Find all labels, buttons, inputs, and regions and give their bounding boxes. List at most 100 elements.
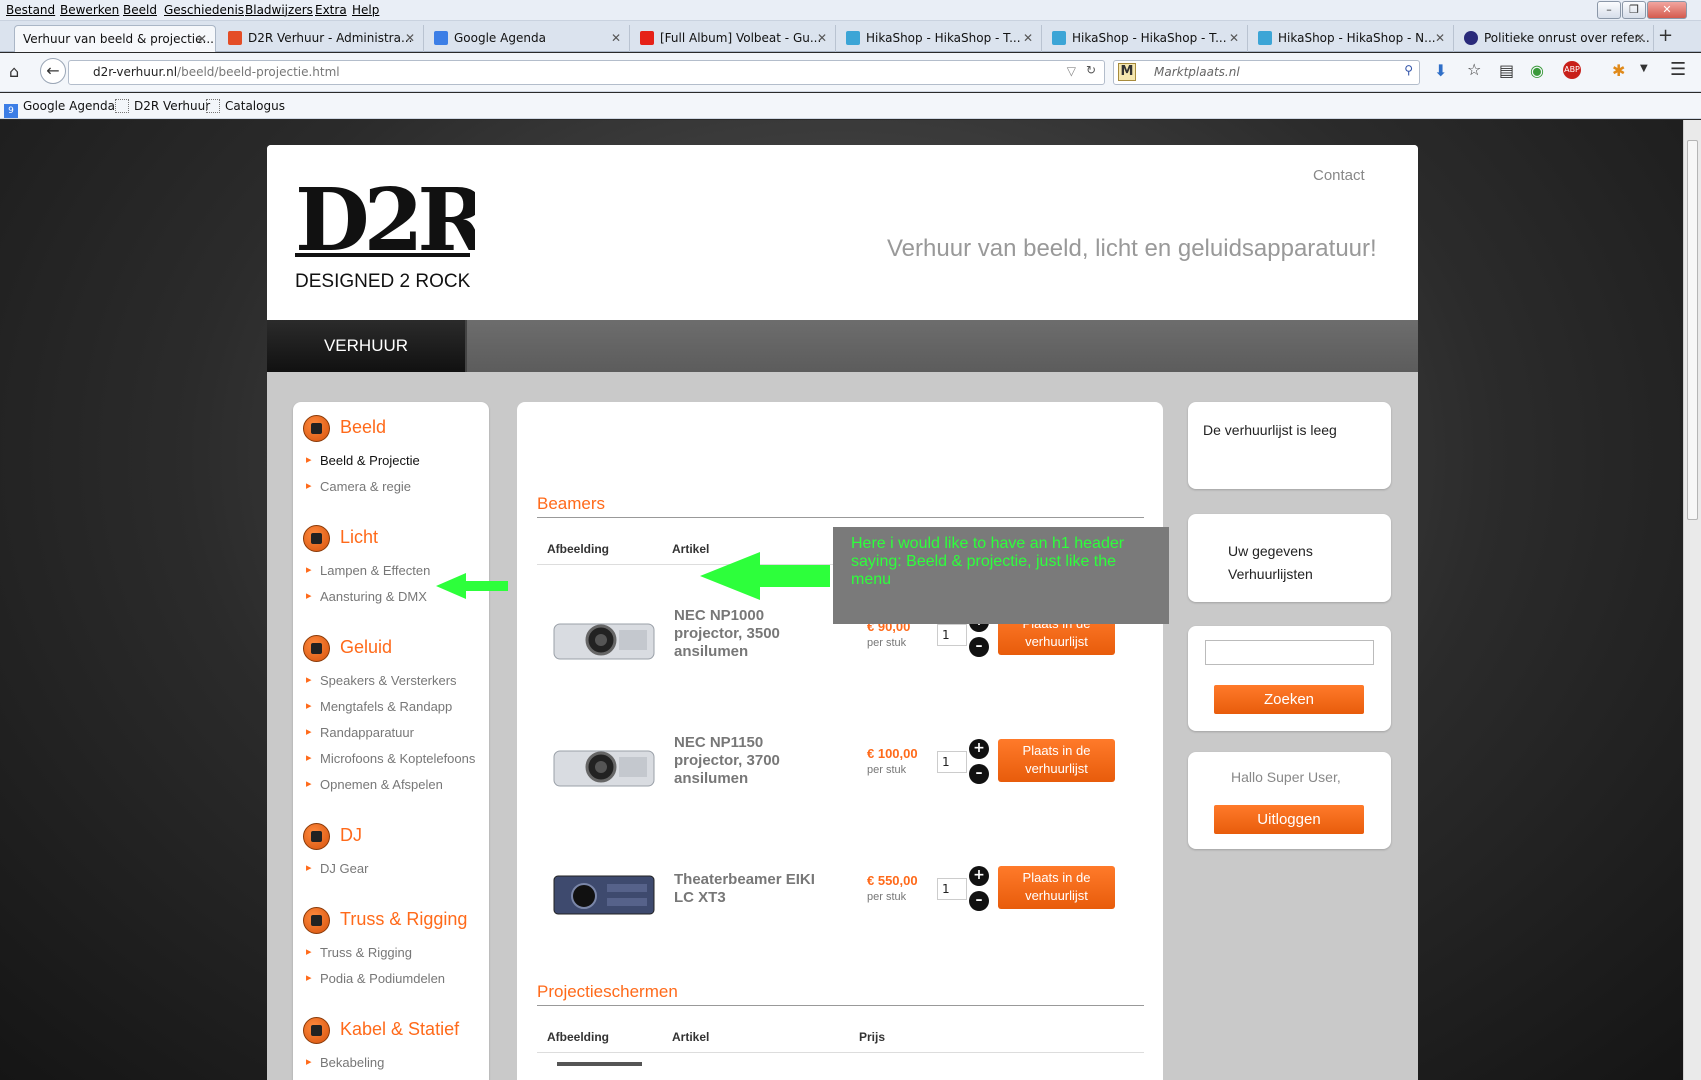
annotation-note: Here i would like to have an h1 header s…	[833, 527, 1169, 624]
google-calendar-icon	[434, 31, 448, 45]
chevron-down-icon[interactable]: ▼	[1640, 63, 1648, 74]
back-icon[interactable]: ←	[40, 58, 66, 84]
product-name[interactable]: NEC NP1000 projector, 3500 ansilumen	[674, 607, 834, 661]
tab-hikashop-1[interactable]: HikaShop - HikaShop - T... ✕	[838, 25, 1042, 52]
minus-icon[interactable]: –	[969, 891, 989, 911]
sidebar-item-speakers[interactable]: Speakers & Versterkers	[306, 673, 457, 688]
new-tab-icon[interactable]: +	[1658, 25, 1673, 46]
close-icon[interactable]: ✕	[1229, 31, 1239, 45]
menubar: Bestand Bewerken Beeld Geschiedenis Blad…	[0, 0, 1701, 21]
category-title[interactable]: Beeld	[340, 417, 386, 438]
home-icon[interactable]: ⌂	[9, 62, 19, 81]
hamburger-menu-icon[interactable]: ☰	[1670, 59, 1686, 80]
tab-hikashop-2[interactable]: HikaShop - HikaShop - T... ✕	[1044, 25, 1248, 52]
close-icon[interactable]: ✕	[817, 31, 827, 45]
bookmark-catalogus[interactable]: Catalogus	[206, 99, 285, 113]
sidebar-item-camera-regie[interactable]: Camera & regie	[306, 479, 411, 494]
column-header: Prijs	[859, 1030, 886, 1044]
bookmark-d2r-verhuur[interactable]: D2R Verhuur	[115, 99, 210, 113]
site-tagline: Verhuur van beeld, licht en geluidsappar…	[887, 235, 1377, 262]
download-icon[interactable]: ⬇	[1434, 61, 1447, 80]
category-menu: Beeld Beeld & Projectie Camera & regie L…	[293, 402, 489, 1080]
tab-nos[interactable]: Politieke onrust over refer... ✕	[1456, 25, 1654, 52]
scrollbar-thumb[interactable]	[1687, 140, 1698, 520]
menu-bewerken[interactable]: Bewerken	[60, 3, 119, 17]
tab-d2r-admin[interactable]: D2R Verhuur - Administra... ✕	[220, 25, 424, 52]
tab-d2r-current[interactable]: Verhuur van beeld & projectie... ✕	[14, 25, 216, 52]
rental-lists-link[interactable]: Verhuurlijsten	[1228, 566, 1313, 582]
quantity-input[interactable]: 1	[937, 624, 967, 646]
content-area: Beeld Beeld & Projectie Camera & regie L…	[267, 372, 1418, 1080]
adblock-icon[interactable]: ABP	[1563, 61, 1581, 79]
category-title[interactable]: Licht	[340, 527, 378, 548]
bookmark-label: Catalogus	[225, 99, 285, 113]
nav-bar: ⌂ ← d2r-verhuur.nl/beeld/beeld-projectie…	[0, 53, 1701, 92]
menu-help[interactable]: Help	[352, 3, 379, 17]
site-search-input[interactable]	[1205, 640, 1374, 665]
minimize-button[interactable]: –	[1597, 1, 1621, 19]
close-window-button[interactable]: ✕	[1647, 1, 1687, 19]
search-box: Zoeken	[1188, 626, 1391, 731]
plus-icon[interactable]: +	[969, 739, 989, 759]
close-icon[interactable]: ✕	[197, 32, 207, 46]
search-button[interactable]: Zoeken	[1214, 685, 1364, 714]
vertical-scrollbar[interactable]	[1683, 120, 1701, 1080]
add-to-list-button[interactable]: Plaats in de verhuurlijst	[998, 739, 1115, 782]
column-header: Artikel	[672, 1030, 710, 1044]
d2r-logo[interactable]: D2R DESIGNED 2 ROCK	[295, 165, 495, 292]
reload-icon[interactable]: ↻	[1086, 63, 1096, 77]
nav-verhuur[interactable]: VERHUUR	[267, 320, 467, 372]
dropdown-icon[interactable]: ▽	[1067, 64, 1076, 78]
category-title[interactable]: DJ	[340, 825, 362, 846]
menu-geschiedenis[interactable]: Geschiedenis	[164, 3, 244, 17]
tab-hikashop-3[interactable]: HikaShop - HikaShop - N... ✕	[1250, 25, 1454, 52]
youtube-icon	[640, 31, 654, 45]
restore-button[interactable]: ❐	[1622, 1, 1646, 19]
category-title[interactable]: Geluid	[340, 637, 392, 658]
sidebar-item-randapparatuur[interactable]: Randapparatuur	[306, 725, 414, 740]
extension-icon[interactable]: ✱	[1612, 61, 1625, 80]
sidebar-item-opnemen[interactable]: Opnemen & Afspelen	[306, 777, 443, 792]
quantity-input[interactable]: 1	[937, 751, 967, 773]
account-details-link[interactable]: Uw gegevens	[1228, 543, 1313, 559]
menu-beeld[interactable]: Beeld	[123, 3, 157, 17]
sidebar-item-lampen-effecten[interactable]: Lampen & Effecten	[306, 563, 430, 578]
sidebar-item-truss-rigging[interactable]: Truss & Rigging	[306, 945, 412, 960]
logout-button[interactable]: Uitloggen	[1214, 805, 1364, 834]
category-title[interactable]: Truss & Rigging	[340, 909, 467, 930]
minus-icon[interactable]: –	[969, 764, 989, 784]
contact-link[interactable]: Contact	[1313, 167, 1365, 184]
menu-extra[interactable]: Extra	[315, 3, 347, 17]
sidebar-item-microfoons[interactable]: Microfoons & Koptelefoons	[306, 751, 475, 766]
addon-icon[interactable]: ◉	[1530, 61, 1544, 80]
close-icon[interactable]: ✕	[405, 31, 415, 45]
reading-list-icon[interactable]: ▤	[1499, 61, 1514, 80]
menu-bladwijzers[interactable]: Bladwijzers	[245, 3, 313, 17]
sidebar-item-podia[interactable]: Podia & Podiumdelen	[306, 971, 445, 986]
product-name[interactable]: Theaterbeamer EIKI LC XT3	[674, 871, 834, 907]
minus-icon[interactable]: –	[969, 637, 989, 657]
bookmark-star-icon[interactable]: ☆	[1467, 60, 1481, 79]
search-input[interactable]: M Marktplaats.nl ⚲	[1113, 60, 1420, 85]
plus-icon[interactable]: +	[969, 866, 989, 886]
sidebar-item-mengtafels[interactable]: Mengtafels & Randapp	[306, 699, 452, 714]
sidebar-item-beeld-projectie[interactable]: Beeld & Projectie	[306, 453, 420, 468]
bookmark-google-agenda[interactable]: 9 Google Agenda	[4, 99, 115, 118]
tab-google-agenda[interactable]: Google Agenda ✕	[426, 25, 630, 52]
search-placeholder: Marktplaats.nl	[1154, 65, 1240, 79]
close-icon[interactable]: ✕	[611, 31, 621, 45]
menu-bestand[interactable]: Bestand	[6, 3, 55, 17]
add-to-list-button[interactable]: Plaats in de verhuurlijst	[998, 866, 1115, 909]
close-icon[interactable]: ✕	[1023, 31, 1033, 45]
sidebar-item-aansturing-dmx[interactable]: Aansturing & DMX	[306, 589, 427, 604]
category-title[interactable]: Kabel & Statief	[340, 1019, 459, 1040]
product-name[interactable]: NEC NP1150 projector, 3700 ansilumen	[674, 734, 834, 788]
search-icon[interactable]: ⚲	[1404, 63, 1413, 77]
sidebar-item-dj-gear[interactable]: DJ Gear	[306, 861, 369, 876]
close-icon[interactable]: ✕	[1435, 31, 1445, 45]
sidebar-item-bekabeling[interactable]: Bekabeling	[306, 1055, 384, 1070]
close-icon[interactable]: ✕	[1635, 31, 1645, 45]
url-input[interactable]: d2r-verhuur.nl/beeld/beeld-projectie.htm…	[68, 60, 1105, 85]
tab-youtube[interactable]: [Full Album] Volbeat - Gu... ✕	[632, 25, 836, 52]
quantity-input[interactable]: 1	[937, 878, 967, 900]
